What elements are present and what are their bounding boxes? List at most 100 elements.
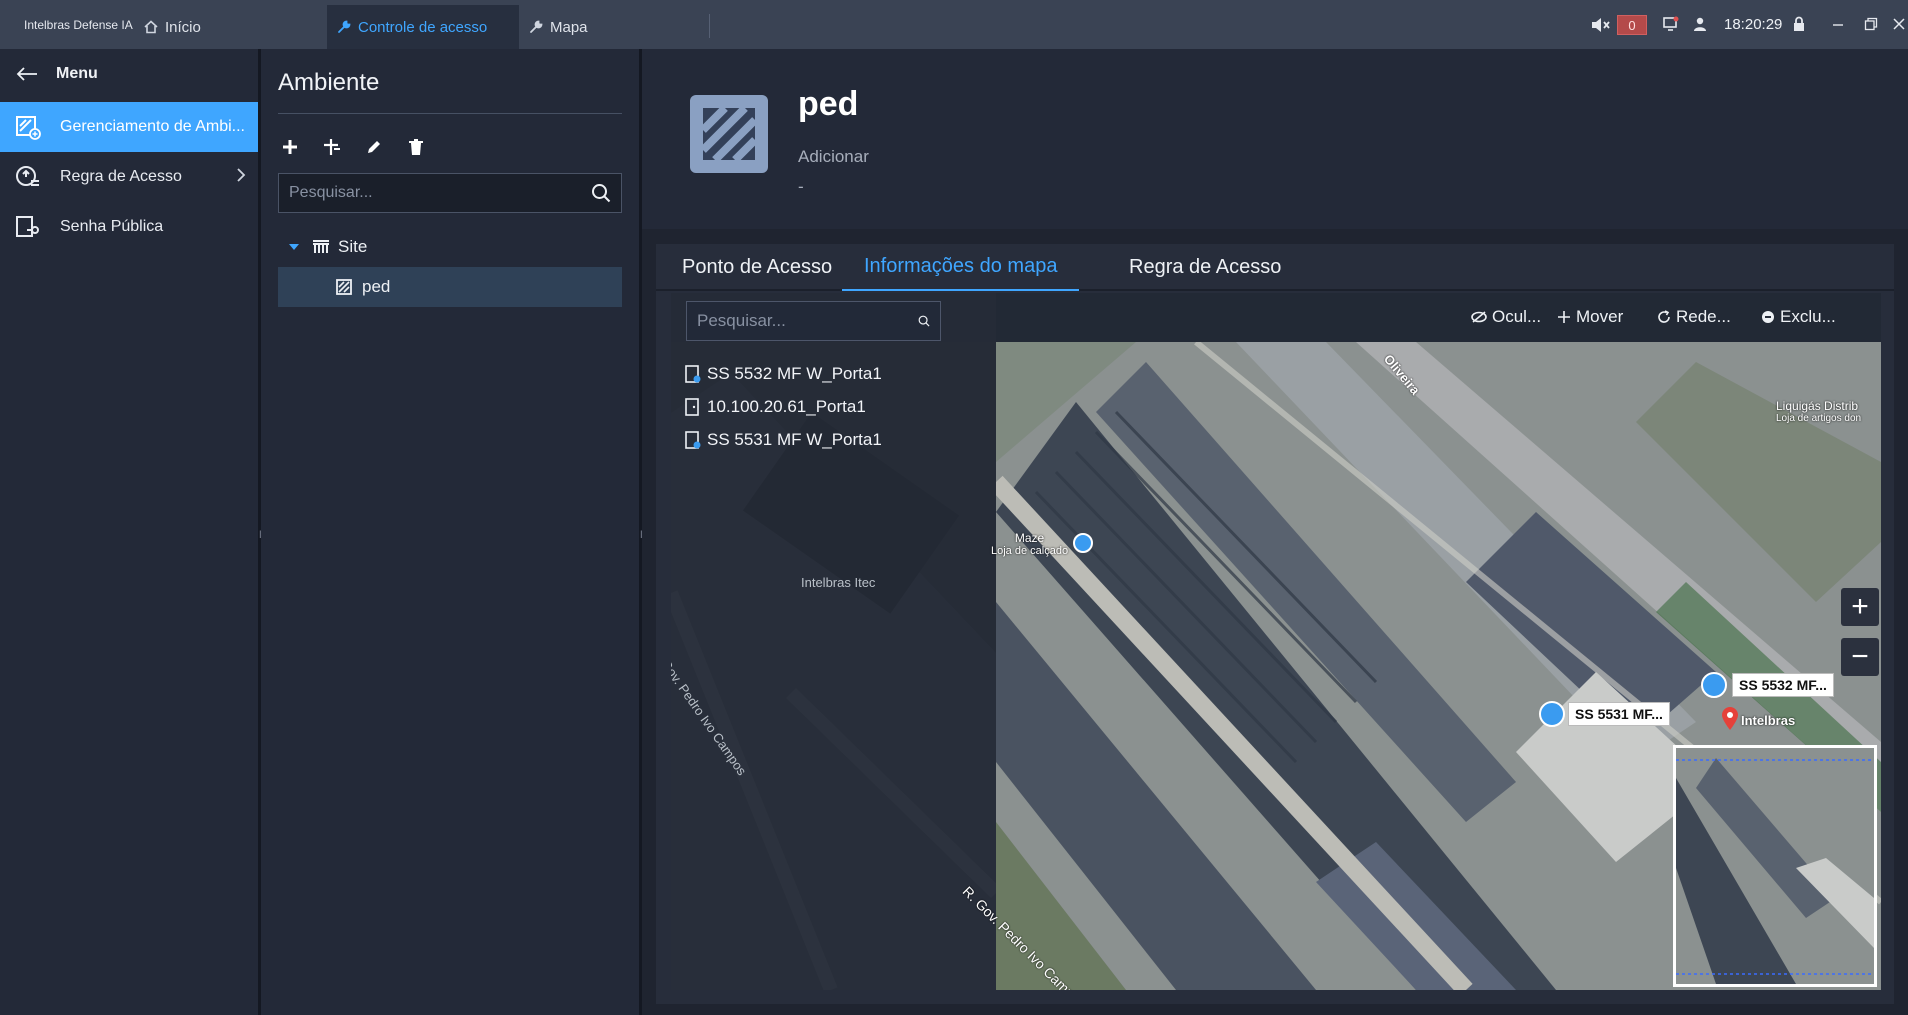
door-icon — [685, 398, 699, 416]
trash-icon[interactable] — [404, 135, 428, 159]
move-icon — [1558, 311, 1570, 323]
search-icon[interactable] — [918, 311, 930, 331]
alarm-count-badge: 0 — [1617, 15, 1647, 35]
move-button[interactable]: Mover — [1557, 307, 1623, 327]
menu-header[interactable]: Menu — [16, 65, 98, 83]
lock-icon[interactable] — [1789, 14, 1809, 34]
add-sub-area-icon[interactable] — [320, 135, 344, 159]
device-item[interactable]: SS 5531 MF W_Porta1 — [685, 425, 882, 455]
reset-button[interactable]: Rede... — [1657, 307, 1731, 327]
panel-title: Ambiente — [278, 69, 380, 96]
delete-button[interactable]: Exclu... — [1761, 307, 1836, 327]
area-icon — [336, 279, 352, 295]
map-view[interactable]: Ocul... Mover Rede... Exclu... SS 5532 M… — [671, 293, 1881, 990]
door-marker-icon[interactable] — [1701, 672, 1727, 698]
area-icon — [701, 106, 757, 162]
wrench-icon — [338, 20, 351, 33]
zoom-out-button[interactable]: − — [1841, 638, 1879, 676]
menu-item-label: Gerenciamento de Ambi... — [60, 118, 245, 135]
map-search[interactable] — [686, 301, 941, 341]
tab-controle-de-acesso[interactable]: Controle de acesso — [327, 5, 519, 49]
eye-off-icon — [1471, 311, 1487, 323]
side-menu: Menu Gerenciamento de Ambi... Regra de A… — [0, 49, 258, 1015]
ambiente-panel: Ambiente Site ped — [261, 49, 639, 1015]
device-item[interactable]: 10.100.20.61_Porta1 — [685, 392, 866, 422]
add-icon[interactable] — [278, 135, 302, 159]
delete-label: Exclu... — [1780, 307, 1836, 326]
poi-sub: Loja de calçado — [991, 545, 1069, 557]
detail-description: - — [798, 177, 804, 196]
marker-label[interactable]: SS 5532 MF... — [1732, 673, 1834, 697]
menu-item-senha-publica[interactable]: Senha Pública — [0, 202, 258, 252]
zoom-in-button[interactable]: + — [1841, 588, 1879, 626]
area-edit-icon — [14, 113, 42, 141]
alarm-monitor-icon[interactable] — [1661, 14, 1681, 34]
poi-sub: Loja de artigos don — [1776, 413, 1862, 424]
menu-item-regra-de-acesso[interactable]: Regra de Acesso — [0, 152, 258, 202]
device-item[interactable]: SS 5532 MF W_Porta1 — [685, 359, 882, 389]
home-icon — [144, 20, 158, 34]
device-label: 10.100.20.61_Porta1 — [707, 397, 866, 416]
public-password-icon — [14, 213, 42, 241]
content-tabs: Ponto de Acesso Informações do mapa Regr… — [656, 244, 1894, 291]
detail-subtitle: Adicionar — [798, 147, 869, 166]
move-label: Mover — [1576, 307, 1624, 326]
poi-name: Maze — [1014, 531, 1045, 545]
site-icon — [313, 240, 329, 253]
clock: 18:20:29 — [1724, 16, 1783, 33]
menu-item-label: Senha Pública — [60, 218, 164, 235]
overview-image — [1676, 748, 1874, 984]
tree-node-label: Site — [338, 237, 368, 256]
marker-label[interactable]: SS 5531 MF... — [1568, 702, 1670, 726]
poi-intelbras-faded: Intelbras Itec — [801, 575, 876, 590]
tab-inicio[interactable]: Início — [134, 5, 304, 49]
edit-icon[interactable] — [362, 135, 386, 159]
divider — [278, 113, 622, 114]
tab-mapa[interactable]: Mapa — [519, 5, 689, 49]
restore-icon[interactable] — [1861, 14, 1881, 34]
back-arrow-icon — [16, 67, 37, 81]
tree-node-site[interactable]: Site — [278, 227, 622, 267]
device-label: SS 5531 MF W_Porta1 — [707, 430, 882, 449]
door-icon — [685, 431, 701, 449]
shopping-pin-icon[interactable] — [1073, 533, 1093, 553]
tab-informacoes-do-mapa[interactable]: Informações do mapa — [842, 244, 1080, 291]
door-marker-icon[interactable] — [1539, 701, 1565, 727]
detail-title: ped — [798, 85, 859, 123]
door-icon — [685, 365, 701, 383]
wrench-icon — [530, 20, 543, 33]
poi-name: Liquigás Distrib — [1776, 399, 1859, 413]
poi-liquigas[interactable]: Liquigás Distrib Loja de artigos don — [1776, 399, 1861, 424]
close-icon[interactable] — [1891, 14, 1907, 34]
tree-node-ped[interactable]: ped — [278, 267, 622, 307]
minimize-icon[interactable] — [1828, 14, 1848, 34]
detail-card: Ponto de Acesso Informações do mapa Regr… — [656, 244, 1894, 1004]
ambiente-toolbar — [278, 135, 428, 159]
search-icon[interactable] — [591, 183, 611, 203]
tab-regra-de-acesso[interactable]: Regra de Acesso — [1129, 244, 1281, 291]
caret-down-icon[interactable] — [288, 242, 300, 252]
access-rule-icon — [14, 163, 42, 191]
tab-label: Início — [165, 18, 201, 36]
minus-circle-icon — [1762, 311, 1774, 323]
user-icon[interactable] — [1690, 14, 1710, 34]
menu-item-gerenciamento-de-ambiente[interactable]: Gerenciamento de Ambi... — [0, 102, 258, 152]
tab-label: Mapa — [550, 18, 588, 36]
menu-title: Menu — [56, 65, 98, 82]
hide-button[interactable]: Ocul... — [1471, 307, 1541, 327]
ambiente-search[interactable] — [278, 173, 622, 213]
tab-ponto-de-acesso[interactable]: Ponto de Acesso — [682, 244, 832, 291]
alarm-sound-toggle[interactable]: 0 — [1591, 14, 1648, 36]
map-search-input[interactable] — [697, 311, 918, 331]
search-input[interactable] — [289, 184, 591, 202]
refresh-icon — [1658, 310, 1670, 323]
device-label: SS 5532 MF W_Porta1 — [707, 364, 882, 383]
map-overview[interactable] — [1673, 745, 1877, 987]
tab-divider — [709, 14, 710, 38]
location-pin-icon[interactable] — [1721, 707, 1739, 731]
hide-label: Ocul... — [1492, 307, 1542, 326]
title-bar: Intelbras Defense IA Início Controle de … — [0, 0, 1908, 49]
detail-header: ped Adicionar - — [642, 49, 1908, 229]
poi-maze[interactable]: Maze Loja de calçado — [991, 531, 1068, 557]
speaker-mute-icon — [1592, 18, 1610, 32]
